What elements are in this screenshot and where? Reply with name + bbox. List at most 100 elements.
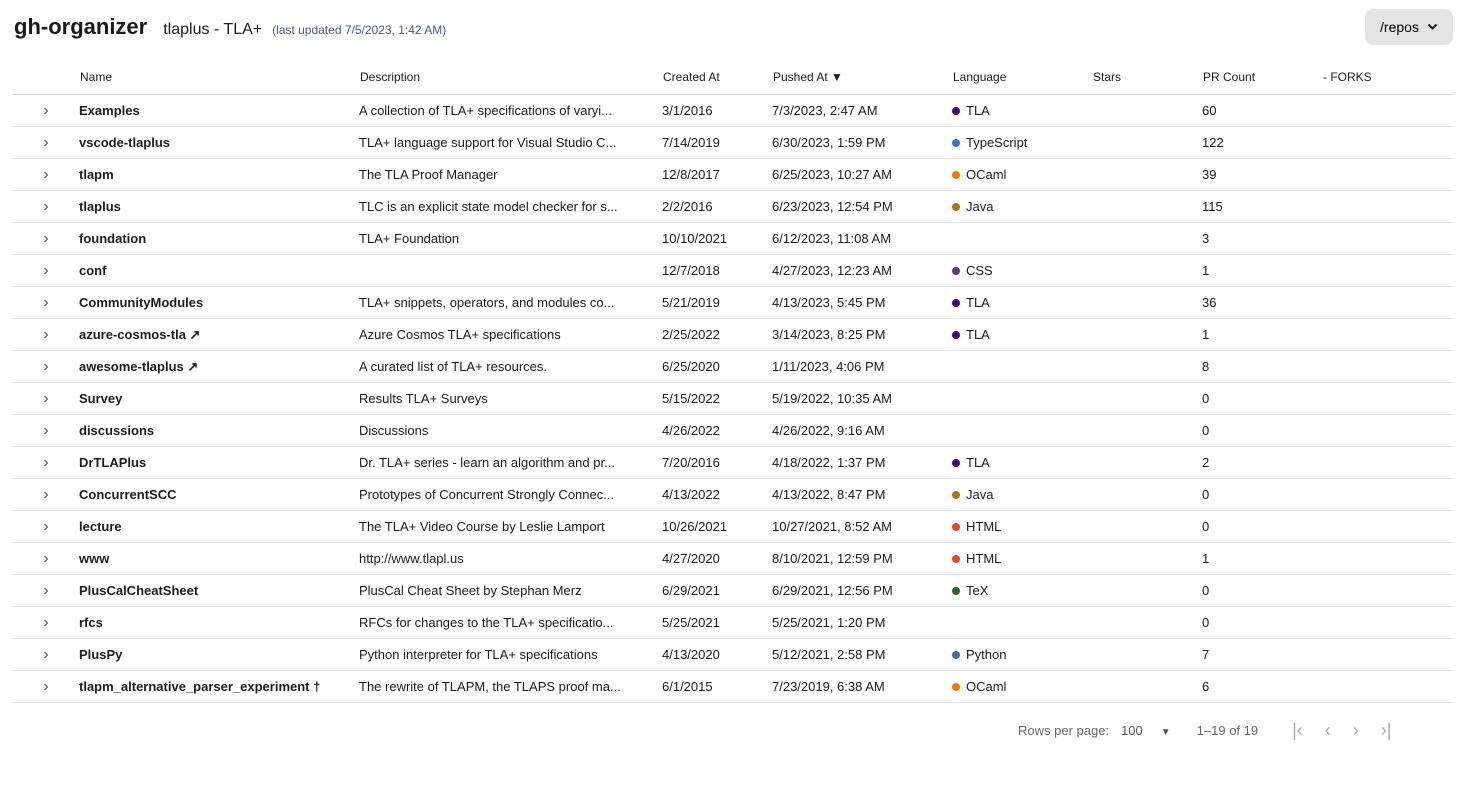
rows-per-page-label: Rows per page: <box>1018 723 1110 738</box>
language-label: TLA <box>966 103 990 118</box>
language-color-dot <box>952 491 960 499</box>
table-row[interactable]: › www http://www.tlapl.us 4/27/2020 8/10… <box>13 542 1454 575</box>
expand-row-chevron-icon[interactable]: › <box>13 318 79 351</box>
table-row[interactable]: › Survey Results TLA+ Surveys 5/15/2022 … <box>13 382 1454 415</box>
language: Java <box>952 478 1092 511</box>
table-row[interactable]: › tlapm_alternative_parser_experiment † … <box>13 670 1454 703</box>
next-page-icon[interactable]: › <box>1353 720 1359 741</box>
created-at: 10/10/2021 <box>662 222 772 255</box>
repo-name[interactable]: lecture <box>79 510 359 543</box>
expand-row-chevron-icon[interactable]: › <box>13 414 79 447</box>
expand-row-chevron-icon[interactable]: › <box>13 574 79 607</box>
stars <box>1092 94 1202 127</box>
table-row[interactable]: › azure-cosmos-tla ↗ Azure Cosmos TLA+ s… <box>13 318 1454 351</box>
column-header-description[interactable]: Description <box>359 60 662 95</box>
expand-row-chevron-icon[interactable]: › <box>13 222 79 255</box>
repo-name[interactable]: discussions <box>79 414 359 447</box>
table-row[interactable]: › Examples A collection of TLA+ specific… <box>13 94 1454 127</box>
repo-description: A curated list of TLA+ resources. <box>359 350 662 383</box>
table-row[interactable]: › tlapm The TLA Proof Manager 12/8/2017 … <box>13 158 1454 191</box>
rows-per-page-select[interactable]: 100 ▼ <box>1121 723 1171 738</box>
table-row[interactable]: › lecture The TLA+ Video Course by Lesli… <box>13 510 1454 543</box>
column-header-created[interactable]: Created At <box>662 60 772 95</box>
column-header-stars[interactable]: Stars <box>1092 60 1202 95</box>
first-page-icon[interactable]: |‹ <box>1292 720 1303 741</box>
created-at: 4/26/2022 <box>662 414 772 447</box>
repo-description: A collection of TLA+ specifications of v… <box>359 94 662 127</box>
repos-dropdown-button[interactable]: /repos <box>1365 9 1453 45</box>
expand-row-chevron-icon[interactable]: › <box>13 126 79 159</box>
expand-row-chevron-icon[interactable]: › <box>13 94 79 127</box>
language-color-dot <box>952 331 960 339</box>
repo-name[interactable]: tlapm_alternative_parser_experiment † <box>79 670 359 703</box>
table-row[interactable]: › conf 12/7/2018 4/27/2023, 12:23 AM CSS… <box>13 254 1454 287</box>
repo-name[interactable]: foundation <box>79 222 359 255</box>
forks-cell <box>1322 478 1454 511</box>
repo-name[interactable]: Examples <box>79 94 359 127</box>
table-row[interactable]: › rfcs RFCs for changes to the TLA+ spec… <box>13 606 1454 639</box>
repo-name[interactable]: CommunityModules <box>79 286 359 319</box>
repo-name[interactable]: vscode-tlaplus <box>79 126 359 159</box>
expand-row-chevron-icon[interactable]: › <box>13 446 79 479</box>
table-row[interactable]: › ConcurrentSCC Prototypes of Concurrent… <box>13 478 1454 511</box>
table-row[interactable]: › vscode-tlaplus TLA+ language support f… <box>13 126 1454 159</box>
pushed-at: 6/25/2023, 10:27 AM <box>772 158 952 191</box>
pr-count: 60 <box>1202 94 1322 127</box>
expand-row-chevron-icon[interactable]: › <box>13 542 79 575</box>
column-header-pr-count[interactable]: PR Count <box>1202 60 1322 95</box>
repo-name[interactable]: DrTLAPlus <box>79 446 359 479</box>
created-at: 6/1/2015 <box>662 670 772 703</box>
last-page-icon[interactable]: ›| <box>1381 720 1392 741</box>
expand-row-chevron-icon[interactable]: › <box>13 350 79 383</box>
table-row[interactable]: › discussions Discussions 4/26/2022 4/26… <box>13 414 1454 447</box>
repo-description: The rewrite of TLAPM, the TLAPS proof ma… <box>359 670 662 703</box>
table-row[interactable]: › PlusPy Python interpreter for TLA+ spe… <box>13 638 1454 671</box>
expand-row-chevron-icon[interactable]: › <box>13 670 79 703</box>
table-row[interactable]: › PlusCalCheatSheet PlusCal Cheat Sheet … <box>13 574 1454 607</box>
created-at: 7/20/2016 <box>662 446 772 479</box>
pr-count: 0 <box>1202 414 1322 447</box>
expand-row-chevron-icon[interactable]: › <box>13 478 79 511</box>
column-header-pushed[interactable]: Pushed At ▼ <box>772 60 952 95</box>
repo-name[interactable]: azure-cosmos-tla ↗ <box>79 318 359 351</box>
expand-row-chevron-icon[interactable]: › <box>13 606 79 639</box>
expand-row-chevron-icon[interactable]: › <box>13 382 79 415</box>
repo-name[interactable]: ConcurrentSCC <box>79 478 359 511</box>
table-row[interactable]: › awesome-tlaplus ↗ A curated list of TL… <box>13 350 1454 383</box>
previous-page-icon[interactable]: ‹ <box>1325 720 1331 741</box>
stars <box>1092 574 1202 607</box>
expand-row-chevron-icon[interactable]: › <box>13 158 79 191</box>
table-row[interactable]: › CommunityModules TLA+ snippets, operat… <box>13 286 1454 319</box>
pushed-at: 10/27/2021, 8:52 AM <box>772 510 952 543</box>
repo-name[interactable]: tlapm <box>79 158 359 191</box>
pr-count: 7 <box>1202 638 1322 671</box>
repo-name[interactable]: PlusPy <box>79 638 359 671</box>
repo-name[interactable]: conf <box>79 254 359 287</box>
created-at: 10/26/2021 <box>662 510 772 543</box>
expand-row-chevron-icon[interactable]: › <box>13 510 79 543</box>
repo-name[interactable]: www <box>79 542 359 575</box>
repo-name[interactable]: tlaplus <box>79 190 359 223</box>
page-header: gh-organizer tlaplus - TLA+ (last update… <box>14 14 446 40</box>
table-row[interactable]: › foundation TLA+ Foundation 10/10/2021 … <box>13 222 1454 255</box>
created-at: 5/15/2022 <box>662 382 772 415</box>
table-row[interactable]: › DrTLAPlus Dr. TLA+ series - learn an a… <box>13 446 1454 479</box>
repo-name[interactable]: PlusCalCheatSheet <box>79 574 359 607</box>
forks-cell <box>1322 382 1454 415</box>
column-header-name[interactable]: Name <box>79 60 359 95</box>
expand-row-chevron-icon[interactable]: › <box>13 190 79 223</box>
repo-name[interactable]: rfcs <box>79 606 359 639</box>
stars <box>1092 254 1202 287</box>
expand-row-chevron-icon[interactable]: › <box>13 286 79 319</box>
language <box>952 222 1092 255</box>
table-row[interactable]: › tlaplus TLC is an explicit state model… <box>13 190 1454 223</box>
language: OCaml <box>952 670 1092 703</box>
repo-name[interactable]: awesome-tlaplus ↗ <box>79 350 359 383</box>
stars <box>1092 606 1202 639</box>
forks-toggle[interactable]: - FORKS <box>1322 60 1454 95</box>
repo-name[interactable]: Survey <box>79 382 359 415</box>
column-header-language[interactable]: Language <box>952 60 1092 95</box>
expand-row-chevron-icon[interactable]: › <box>13 638 79 671</box>
language: HTML <box>952 510 1092 543</box>
expand-row-chevron-icon[interactable]: › <box>13 254 79 287</box>
